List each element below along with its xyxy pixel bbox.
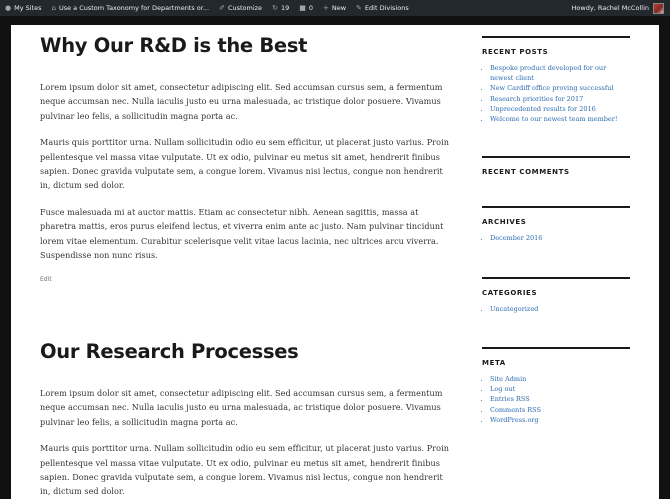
archives-list: December 2016 <box>482 233 630 243</box>
my-sites-label: My Sites <box>14 4 42 12</box>
meta-link[interactable]: Comments RSS <box>490 405 630 415</box>
paragraph: Lorem ipsum dolor sit amet, consectetur … <box>40 388 443 427</box>
archive-link[interactable]: December 2016 <box>490 233 630 243</box>
my-sites-menu[interactable]: ● My Sites <box>0 0 47 16</box>
updates-count: 19 <box>280 4 290 12</box>
edit-divisions-link[interactable]: ✎ Edit Divisions <box>351 0 414 16</box>
edit-post-link[interactable]: Edit <box>40 276 52 283</box>
paragraph: Lorem ipsum dolor sit amet, consectetur … <box>40 82 443 121</box>
recent-post-link[interactable]: Unprecedented results for 2016 <box>490 104 630 114</box>
recent-post-link[interactable]: Research priorities for 2017 <box>490 94 630 104</box>
recent-post-link[interactable]: New Cardiff office proving successful <box>490 83 630 93</box>
recent-posts-list: Bespoke product developed for our newest… <box>482 63 630 124</box>
recent-post-link[interactable]: Welcome to our newest team member! <box>490 114 630 124</box>
new-content-menu[interactable]: + New <box>318 0 351 16</box>
wordpress-icon: ● <box>5 3 12 12</box>
customize-label: Customize <box>227 4 263 12</box>
widget-title: RECENT COMMENTS <box>482 168 570 176</box>
updates-link[interactable]: ↻ 19 <box>267 0 294 16</box>
comments-count: 0 <box>308 4 313 12</box>
meta-link[interactable]: Entries RSS <box>490 394 630 404</box>
paragraph: Fusce malesuada mi at auctor mattis. Eti… <box>40 207 444 260</box>
howdy-label: Howdy, Rachel McCollin <box>571 4 649 12</box>
site-name-label: Use a Custom Taxonomy for Departments or… <box>58 4 210 12</box>
admin-bar: ● My Sites ⌂ Use a Custom Taxonomy for D… <box>0 0 670 16</box>
meta-link[interactable]: WordPress.org <box>490 415 630 425</box>
avatar <box>653 2 664 14</box>
comments-link[interactable]: ■ 0 <box>294 0 318 16</box>
site-name-menu[interactable]: ⌂ Use a Custom Taxonomy for Departments … <box>47 0 215 16</box>
plus-icon: + <box>322 3 329 12</box>
meta-link[interactable]: Site Admin <box>490 374 630 384</box>
paragraph: Mauris quis porttitor urna. Nullam solli… <box>40 137 449 191</box>
post-title[interactable]: Our Research Processes <box>40 340 460 363</box>
widget-title: RECENT POSTS <box>482 48 549 56</box>
category-link[interactable]: Uncategorized <box>490 304 630 314</box>
customize-link[interactable]: ✐ Customize <box>214 0 267 16</box>
widget-title: CATEGORIES <box>482 289 538 297</box>
pencil-icon: ✎ <box>356 3 362 12</box>
meta-widget: META Site Admin Log out Entries RSS Comm… <box>482 347 630 425</box>
archives-widget: ARCHIVES December 2016 <box>482 206 630 243</box>
edit-divisions-label: Edit Divisions <box>364 4 409 12</box>
home-icon: ⌂ <box>51 3 56 12</box>
widget-title: META <box>482 359 506 367</box>
new-label: New <box>331 4 347 12</box>
recent-comments-widget: RECENT COMMENTS <box>482 156 630 176</box>
post-content: Lorem ipsum dolor sit amet, consectetur … <box>40 80 450 275</box>
paragraph: Mauris quis porttitor urna. Nullam solli… <box>40 443 449 497</box>
post-title[interactable]: Why Our R&D is the Best <box>40 34 460 57</box>
recent-posts-widget: RECENT POSTS Bespoke product developed f… <box>482 36 630 124</box>
comment-icon: ■ <box>299 3 306 12</box>
meta-list: Site Admin Log out Entries RSS Comments … <box>482 374 630 425</box>
post-content: Lorem ipsum dolor sit amet, consectetur … <box>40 386 450 499</box>
recent-post-link[interactable]: Bespoke product developed for our newest… <box>490 63 630 83</box>
categories-list: Uncategorized <box>482 304 630 314</box>
updates-icon: ↻ <box>272 3 278 12</box>
account-menu[interactable]: Howdy, Rachel McCollin <box>571 2 670 14</box>
brush-icon: ✐ <box>219 3 225 12</box>
page: Why Our R&D is the Best Lorem ipsum dolo… <box>11 25 659 499</box>
categories-widget: CATEGORIES Uncategorized <box>482 277 630 314</box>
widget-title: ARCHIVES <box>482 218 527 226</box>
meta-link[interactable]: Log out <box>490 384 630 394</box>
